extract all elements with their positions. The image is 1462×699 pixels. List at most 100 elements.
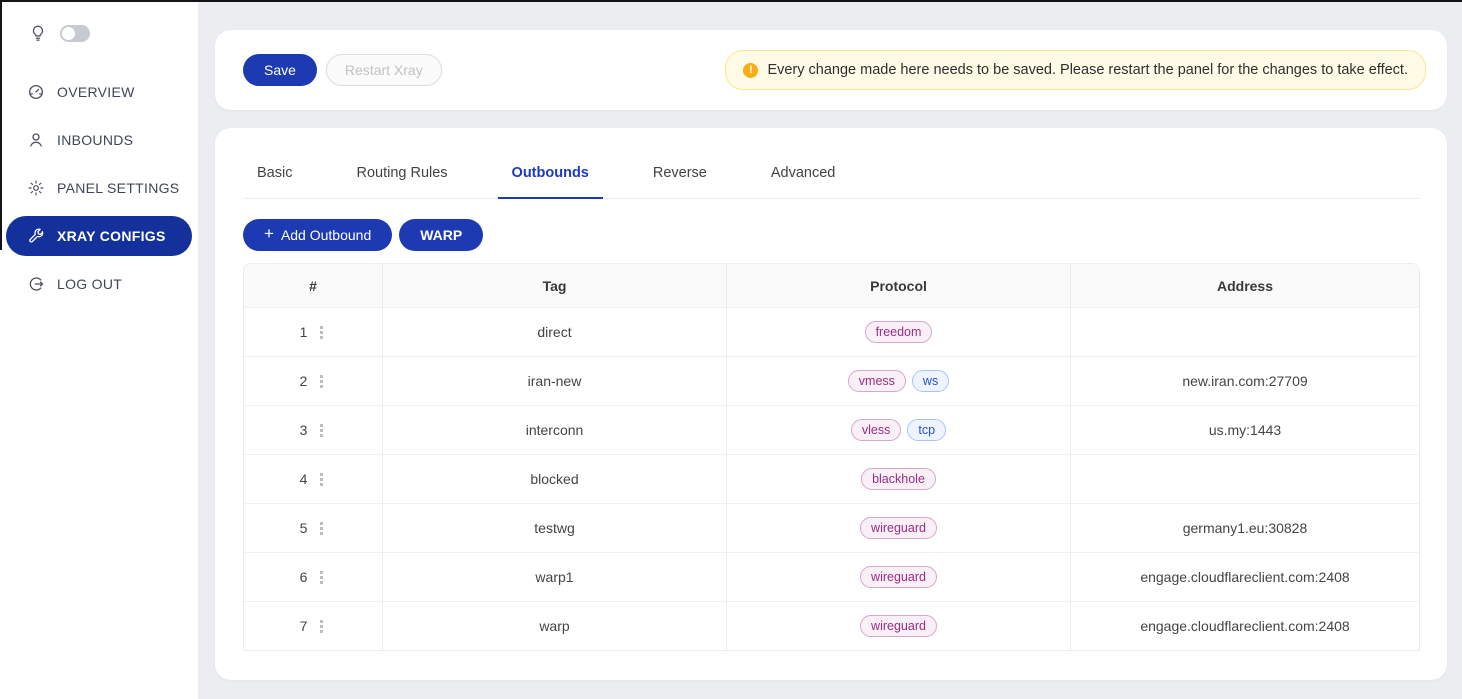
address-cell <box>1071 455 1419 503</box>
protocol-badge: wireguard <box>860 615 937 637</box>
protocol-badge: ws <box>912 370 949 392</box>
add-outbound-button[interactable]: + Add Outbound <box>243 219 392 251</box>
address-cell: new.iran.com:27709 <box>1071 357 1419 405</box>
lightbulb-icon <box>29 24 47 42</box>
xray-configs-card: Basic Routing Rules Outbounds Reverse Advanc… <box>215 128 1447 680</box>
sidebar-item-label: INBOUNDS <box>57 132 133 148</box>
row-menu-handle-icon[interactable] <box>317 568 326 587</box>
table-row: 5testwg wireguard germany1.eu:30828 <box>244 503 1419 552</box>
toolbar-card: Save Restart Xray ! Every change made he… <box>215 30 1447 110</box>
row-number: 4 <box>300 471 308 487</box>
row-menu-handle-icon[interactable] <box>317 617 326 636</box>
address-cell: engage.cloudflareclient.com:2408 <box>1071 553 1419 601</box>
theme-toggle[interactable] <box>60 25 90 42</box>
protocol-badge: vmess <box>848 370 906 392</box>
sidebar-item-panel-settings[interactable]: PANEL SETTINGS <box>6 168 192 208</box>
tab-basic[interactable]: Basic <box>243 148 306 198</box>
row-number: 2 <box>300 373 308 389</box>
save-button[interactable]: Save <box>243 54 317 86</box>
row-number-cell: 4 <box>244 455 383 503</box>
plus-icon: + <box>264 224 274 244</box>
protocol-cell: wireguard <box>727 602 1071 650</box>
tab-bar: Basic Routing Rules Outbounds Reverse Advanc… <box>243 148 1420 199</box>
tag-cell: warp1 <box>383 553 727 601</box>
protocol-cell: freedom <box>727 308 1071 356</box>
protocol-badge: wireguard <box>860 517 937 539</box>
protocol-cell: wireguard <box>727 553 1071 601</box>
sidebar-item-label: OVERVIEW <box>57 84 135 100</box>
row-menu-handle-icon[interactable] <box>317 519 326 538</box>
sidebar-item-label: PANEL SETTINGS <box>57 180 179 196</box>
window-top-edge <box>0 0 1462 2</box>
sidebar: OVERVIEW INBOUNDS PANEL SETTINGS XRAY CONFI… <box>0 0 199 699</box>
row-number-cell: 5 <box>244 504 383 552</box>
theme-row <box>0 0 198 54</box>
protocol-badge: tcp <box>907 419 946 441</box>
row-number: 7 <box>300 618 308 634</box>
address-cell <box>1071 308 1419 356</box>
table-row: 2iran-newvmesswsnew.iran.com:27709 <box>244 356 1419 405</box>
table-header-row: #TagProtocolAddress <box>244 264 1419 307</box>
sidebar-item-label: XRAY CONFIGS <box>57 228 166 244</box>
tag-cell: warp <box>383 602 727 650</box>
row-number-cell: 1 <box>244 308 383 356</box>
protocol-cell: vmessws <box>727 357 1071 405</box>
row-number-cell: 6 <box>244 553 383 601</box>
restart-xray-button[interactable]: Restart Xray <box>326 54 442 86</box>
protocol-cell: wireguard <box>727 504 1071 552</box>
column-header: # <box>244 264 383 307</box>
tag-cell: testwg <box>383 504 727 552</box>
warning-alert-text: Every change made here needs to be saved… <box>767 62 1408 78</box>
sidebar-item-inbounds[interactable]: INBOUNDS <box>6 120 192 160</box>
protocol-badge: wireguard <box>860 566 937 588</box>
toolbar-buttons: Save Restart Xray <box>243 54 442 86</box>
table-row: 3 interconn vless tcp us.my:1443 <box>244 405 1419 454</box>
protocol-badge: freedom <box>865 321 933 343</box>
column-header: Tag <box>383 264 727 307</box>
tag-cell: blocked <box>383 455 727 503</box>
gear-icon <box>27 179 45 197</box>
window-left-edge <box>0 0 2 250</box>
tab-reverse[interactable]: Reverse <box>639 148 721 198</box>
table-row: 1direct freedom <box>244 307 1419 356</box>
row-menu-handle-icon[interactable] <box>317 470 326 489</box>
tag-cell: interconn <box>383 406 727 454</box>
warning-alert: ! Every change made here needs to be sav… <box>725 50 1426 90</box>
row-number-cell: 3 <box>244 406 383 454</box>
row-number-cell: 7 <box>244 602 383 650</box>
column-header: Address <box>1071 264 1419 307</box>
row-number: 3 <box>300 422 308 438</box>
add-outbound-label: Add Outbound <box>281 227 371 243</box>
tab-routing-rules[interactable]: Routing Rules <box>342 148 461 198</box>
address-cell: us.my:1443 <box>1071 406 1419 454</box>
sidebar-item-label: LOG OUT <box>57 276 122 292</box>
warp-button[interactable]: WARP <box>399 219 483 251</box>
address-cell: engage.cloudflareclient.com:2408 <box>1071 602 1419 650</box>
protocol-badge: vless <box>851 419 901 441</box>
outbounds-table: #TagProtocolAddress1directfreedom2iran-n… <box>243 263 1420 651</box>
table-row: 7 warp wireguard engage.cloudflareclient.co… <box>244 601 1419 650</box>
sidebar-item-overview[interactable]: OVERVIEW <box>6 72 192 112</box>
sidebar-item-xray-configs[interactable]: XRAY CONFIGS <box>6 216 192 256</box>
user-icon <box>27 131 45 149</box>
tag-cell: iran-new <box>383 357 727 405</box>
address-cell: germany1.eu:30828 <box>1071 504 1419 552</box>
table-row: 6warp1 wireguard engage.cloudflareclient.c… <box>244 552 1419 601</box>
tag-cell: direct <box>383 308 727 356</box>
protocol-cell: vless tcp <box>727 406 1071 454</box>
protocol-badge: blackhole <box>861 468 936 490</box>
table-row: 4 blocked blackhole <box>244 454 1419 503</box>
tab-advanced[interactable]: Advanced <box>757 148 850 198</box>
content-area: Save Restart Xray ! Every change made he… <box>199 0 1462 699</box>
toggle-knob <box>62 27 75 40</box>
outbound-actions: + Add Outbound WARP <box>243 219 1420 251</box>
exclamation-circle-icon: ! <box>743 63 758 78</box>
row-menu-handle-icon[interactable] <box>317 421 326 440</box>
sidebar-item-log-out[interactable]: LOG OUT <box>6 264 192 304</box>
app-root: OVERVIEW INBOUNDS PANEL SETTINGS XRAY CONFI… <box>0 0 1462 699</box>
column-header: Protocol <box>727 264 1071 307</box>
tab-outbounds[interactable]: Outbounds <box>498 148 603 198</box>
row-menu-handle-icon[interactable] <box>317 372 326 391</box>
wrench-icon <box>27 227 45 245</box>
row-menu-handle-icon[interactable] <box>317 323 326 342</box>
